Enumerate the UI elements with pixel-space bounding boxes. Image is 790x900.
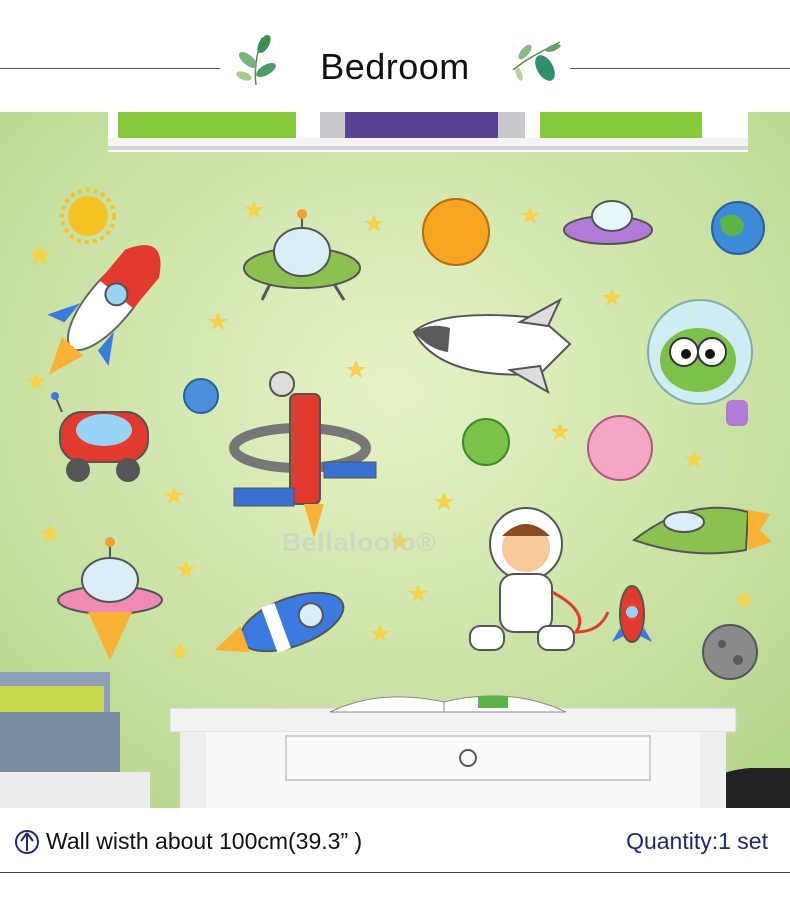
- header: Bedroom: [0, 0, 790, 112]
- watermark-text: Bellaloolo®: [282, 527, 437, 557]
- bedroom-scene: Bellaloolo®: [0, 112, 790, 808]
- planet-decal: [422, 198, 490, 266]
- planet-decal: [587, 415, 653, 481]
- wall-shelf: [108, 112, 748, 152]
- footer: Wall wisth about 100cm(39.3” ) Quantity:…: [0, 808, 790, 900]
- planet-decal: [183, 378, 219, 414]
- leaf-icon: [512, 41, 561, 81]
- size-info: Wall wisth about 100cm(39.3” ): [14, 828, 362, 855]
- planet-decal: [462, 418, 510, 466]
- asteroid-decal: [702, 624, 758, 680]
- asteroid-crater: [718, 640, 726, 648]
- wall-decal-illustration: [0, 112, 790, 808]
- desk: [169, 707, 737, 808]
- footer-divider: [0, 872, 790, 873]
- width-label: Wall wisth about 100cm(39.3” ): [46, 828, 363, 854]
- quantity-label: Quantity:1 set: [626, 828, 768, 854]
- asteroid-crater: [733, 655, 743, 665]
- page-title: Bedroom: [320, 46, 470, 87]
- ruler-icon: [15, 829, 39, 854]
